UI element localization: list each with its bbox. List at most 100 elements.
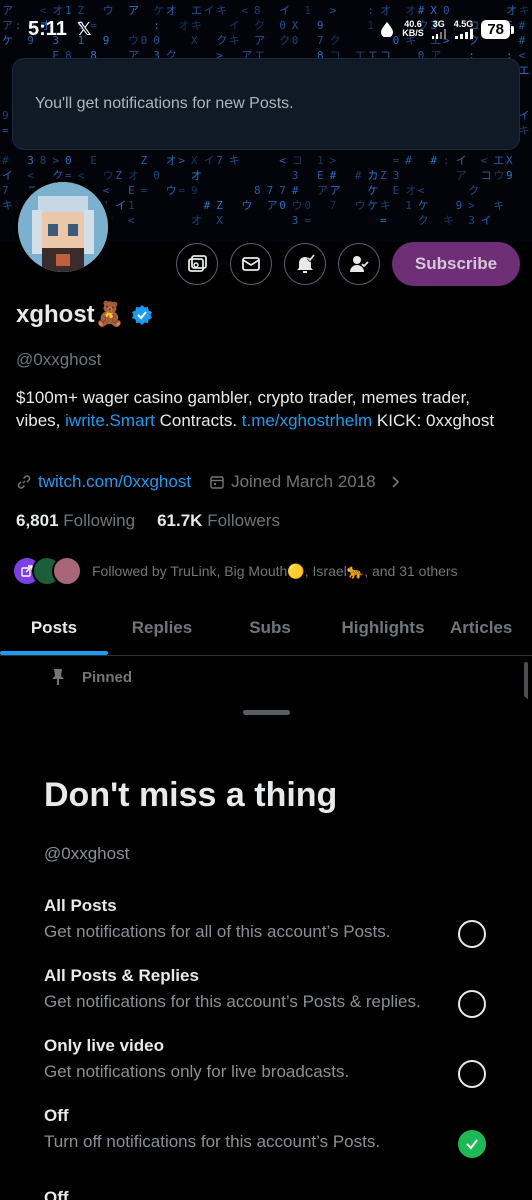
- matrix-glyph: Z: [380, 169, 387, 182]
- signal-3g-label: 3G: [432, 19, 445, 29]
- matrix-glyph: キ: [443, 214, 454, 227]
- profile-bio: $100m+ wager casino gambler, crypto trad…: [16, 386, 516, 432]
- x-logo-icon: 𝕏: [76, 18, 92, 39]
- sheet-title: Don't miss a thing: [44, 776, 338, 814]
- matrix-glyph: 0: [65, 154, 72, 167]
- followed-by-text: Followed by TruLink, Big Mouth🟡, Israel🐆…: [92, 562, 458, 579]
- matrix-glyph: イ: [519, 109, 530, 122]
- media-icon: [188, 255, 207, 272]
- checkmark-icon: [466, 1139, 478, 1150]
- subscribe-button[interactable]: Subscribe: [392, 242, 520, 286]
- option-only-live-video[interactable]: Only live video Get notifications only f…: [44, 1036, 494, 1096]
- matrix-glyph: >: [330, 154, 337, 167]
- overflow-item-text: Off: [44, 1188, 69, 1200]
- matrix-glyph: =: [304, 214, 311, 227]
- tab-subs[interactable]: Subs: [216, 600, 324, 655]
- matrix-glyph: 8: [40, 154, 47, 167]
- net-speed: 40.6 KB/S: [402, 20, 424, 38]
- matrix-glyph: <: [128, 214, 135, 227]
- tab-posts[interactable]: Posts: [0, 600, 108, 655]
- profile-name-row: xghost🧸: [16, 300, 153, 329]
- matrix-glyph: ケ: [367, 199, 378, 212]
- matrix-glyph: 0: [279, 199, 286, 212]
- matrix-glyph: ケ: [418, 199, 429, 212]
- followed-by-row[interactable]: Followed by TruLink, Big Mouth🟡, Israel🐆…: [12, 556, 458, 586]
- matrix-glyph: イ: [2, 169, 13, 182]
- radio-button[interactable]: [458, 920, 486, 948]
- media-button[interactable]: [176, 243, 218, 285]
- option-all-posts[interactable]: All Posts Get notifications for all of t…: [44, 896, 494, 956]
- display-name: xghost🧸: [16, 301, 125, 328]
- profile-actions: Subscribe: [176, 242, 520, 286]
- matrix-glyph: 7: [330, 199, 337, 212]
- matrix-glyph: >: [52, 154, 59, 167]
- matrix-glyph: 7: [279, 184, 286, 197]
- profile-handle: @0xxghost: [16, 350, 102, 369]
- avatar-image: [18, 182, 108, 272]
- matrix-glyph: #: [355, 169, 362, 182]
- matrix-glyph: 9: [456, 199, 463, 212]
- matrix-glyph: ア: [456, 169, 467, 182]
- matrix-glyph: ク: [468, 184, 479, 197]
- matrix-glyph: コ: [481, 169, 492, 182]
- matrix-glyph: エ: [493, 154, 504, 167]
- radio-button[interactable]: [458, 1060, 486, 1088]
- bio-link-telegram[interactable]: t.me/xghostrhelm: [242, 411, 372, 430]
- following-label: Following: [63, 511, 136, 530]
- matrix-glyph: #: [405, 154, 412, 167]
- bio-text: Contracts.: [154, 411, 242, 430]
- matrix-glyph: キ: [2, 199, 13, 212]
- option-description: Get notifications only for live broadcas…: [44, 1062, 350, 1081]
- tab-articles[interactable]: Articles: [442, 600, 532, 655]
- matrix-glyph: ク: [418, 214, 429, 227]
- matrix-glyph: =: [141, 184, 148, 197]
- chevron-right-icon[interactable]: [388, 475, 402, 489]
- verified-badge-icon[interactable]: [131, 304, 153, 326]
- matrix-glyph: =: [178, 184, 185, 197]
- calendar-icon: [210, 476, 224, 489]
- matrix-glyph: Z: [141, 154, 148, 167]
- matrix-glyph: 3: [292, 169, 299, 182]
- matrix-glyph: Z: [216, 199, 223, 212]
- bio-link-iwrite[interactable]: iwrite.Smart: [65, 411, 155, 430]
- matrix-glyph: >: [178, 154, 185, 167]
- matrix-glyph: E: [317, 169, 324, 182]
- matrix-glyph: 7: [267, 184, 274, 197]
- following-button[interactable]: [338, 243, 380, 285]
- matrix-glyph: ウ: [493, 169, 504, 182]
- radio-button[interactable]: [458, 990, 486, 1018]
- matrix-glyph: イ: [115, 199, 126, 212]
- matrix-glyph: X: [216, 214, 223, 227]
- matrix-glyph: #: [430, 154, 437, 167]
- matrix-glyph: ウ: [103, 169, 114, 182]
- avatar[interactable]: [14, 178, 112, 276]
- follow-stats: 6,801 Following 61.7K Followers: [16, 511, 280, 531]
- matrix-glyph: 9: [506, 169, 513, 182]
- matrix-glyph: オ: [191, 214, 202, 227]
- matrix-glyph: 7: [216, 154, 223, 167]
- status-time: 5:11: [28, 17, 67, 40]
- matrix-glyph: イ: [204, 154, 215, 167]
- followers-stat[interactable]: 61.7K Followers: [157, 511, 280, 531]
- option-all-posts-replies[interactable]: All Posts & Replies Get notifications fo…: [44, 966, 494, 1026]
- tab-replies[interactable]: Replies: [108, 600, 216, 655]
- message-button[interactable]: [230, 243, 272, 285]
- data-saver-icon: [381, 22, 394, 37]
- sheet-drag-handle[interactable]: [243, 710, 290, 715]
- matrix-glyph: ア: [317, 184, 328, 197]
- matrix-glyph: カ: [367, 169, 378, 182]
- option-off[interactable]: Off Turn off notifications for this acco…: [44, 1106, 494, 1166]
- profile-website-link[interactable]: twitch.com/0xxghost: [38, 472, 191, 492]
- link-icon: [17, 475, 31, 489]
- notification-toast[interactable]: You'll get notifications for new Posts.: [12, 58, 520, 150]
- matrix-glyph: ア: [330, 184, 341, 197]
- follower-avatar: [52, 556, 82, 586]
- profile-meta: twitch.com/0xxghost Joined March 2018: [16, 472, 402, 492]
- tab-highlights[interactable]: Highlights: [324, 600, 442, 655]
- follower-avatars: [12, 556, 82, 586]
- pin-icon: [52, 669, 64, 685]
- following-stat[interactable]: 6,801 Following: [16, 511, 135, 531]
- radio-button-selected[interactable]: [458, 1130, 486, 1158]
- notifications-button[interactable]: [284, 243, 326, 285]
- matrix-glyph: 0: [304, 199, 311, 212]
